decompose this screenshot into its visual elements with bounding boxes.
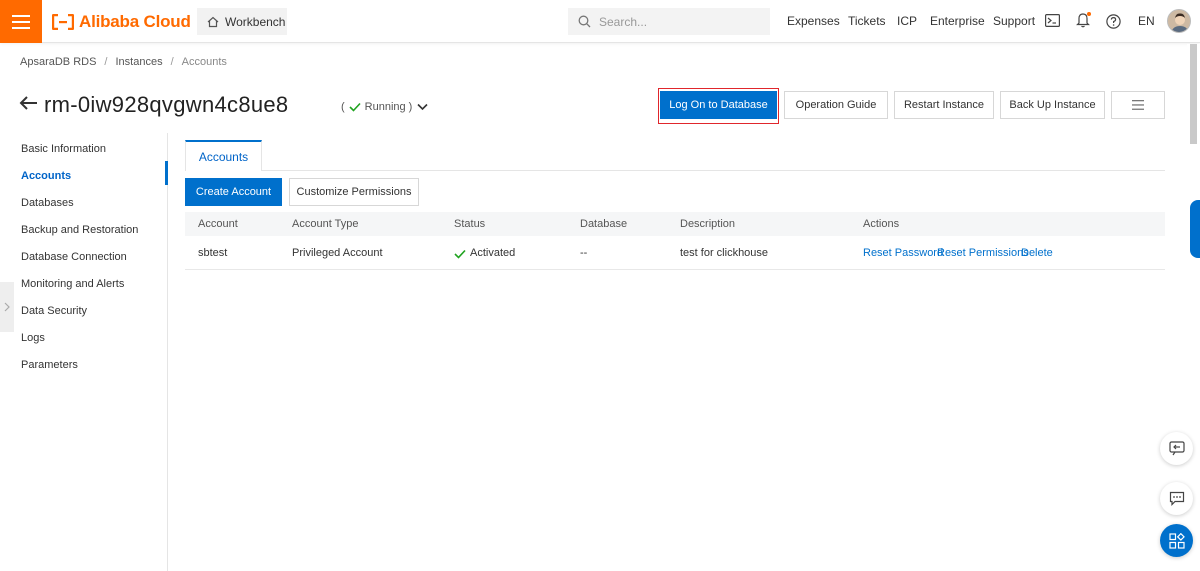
alibaba-logo-icon: [52, 14, 74, 30]
breadcrumb-separator: /: [170, 56, 174, 68]
top-bar: Alibaba Cloud Workbench Search... Expens…: [0, 0, 1200, 43]
sidebar-item-parameters[interactable]: Parameters: [21, 359, 78, 371]
cell-account: sbtest: [198, 247, 228, 259]
scrollbar-thumb[interactable]: [1190, 44, 1197, 144]
sidebar-item-backup-and-restoration[interactable]: Backup and Restoration: [21, 224, 138, 236]
cell-description: test for clickhouse: [680, 247, 769, 259]
avatar[interactable]: [1167, 9, 1191, 33]
breadcrumb: ApsaraDB RDS / Instances / Accounts: [20, 56, 227, 68]
feedback-button[interactable]: [1160, 432, 1193, 465]
chevron-down-icon: [417, 103, 428, 111]
check-icon: [349, 102, 361, 112]
chat-button[interactable]: [1160, 482, 1193, 515]
page-title: rm-0iw928qvgwn4c8ue8: [44, 92, 289, 117]
nav-icp[interactable]: ICP: [897, 14, 917, 28]
sidebar-collapse-toggle[interactable]: [0, 282, 14, 332]
apps-button[interactable]: [1160, 524, 1193, 557]
status-text: Running: [364, 101, 406, 113]
right-panel-handle[interactable]: [1190, 200, 1200, 258]
column-header-actions: Actions: [863, 218, 900, 230]
cell-account-type: Privileged Account: [292, 247, 383, 259]
help-icon[interactable]: [1106, 14, 1121, 29]
column-header-account: Account: [198, 218, 238, 230]
search-placeholder: Search...: [599, 14, 648, 29]
breadcrumb-accounts: Accounts: [181, 56, 227, 68]
status-close-paren: ): [408, 101, 413, 113]
nav-support[interactable]: Support: [993, 14, 1035, 28]
back-arrow-icon[interactable]: [19, 95, 39, 111]
column-header-database: Database: [580, 218, 628, 230]
nav-enterprise[interactable]: Enterprise: [930, 14, 985, 28]
apps-icon: [1168, 532, 1185, 549]
sidebar-item-database-connection[interactable]: Database Connection: [21, 251, 127, 263]
chevron-right-icon: [4, 302, 10, 312]
highlight-box: [658, 88, 779, 124]
brand-name: Alibaba Cloud: [79, 12, 191, 31]
reset-password-link[interactable]: Reset Password: [863, 247, 943, 259]
workbench-button[interactable]: Workbench: [197, 8, 287, 35]
brand-logo[interactable]: Alibaba Cloud: [52, 11, 191, 33]
reset-permissions-link[interactable]: Reset Permissions: [937, 247, 1029, 259]
cell-database: --: [580, 247, 588, 259]
create-account-button[interactable]: Create Account: [185, 178, 282, 206]
user-avatar-icon: [1168, 10, 1190, 32]
workbench-label: Workbench: [225, 14, 286, 29]
language-switch[interactable]: EN: [1138, 14, 1155, 28]
instance-status[interactable]: ( Running ): [341, 101, 428, 113]
chat-icon: [1169, 491, 1184, 506]
column-header-status: Status: [454, 218, 486, 230]
terminal-icon[interactable]: [1045, 14, 1060, 27]
nav-expenses[interactable]: Expenses: [787, 14, 840, 28]
sidebar-item-logs[interactable]: Logs: [21, 332, 45, 344]
home-icon: [207, 16, 219, 27]
cell-status: Activated: [470, 247, 516, 259]
menu-icon: [12, 14, 30, 29]
row-divider: [185, 269, 1165, 270]
back-up-instance-button[interactable]: Back Up Instance: [1000, 91, 1105, 119]
breadcrumb-separator: /: [104, 56, 108, 68]
operation-guide-button[interactable]: Operation Guide: [784, 91, 888, 119]
sidebar-item-accounts[interactable]: Accounts: [21, 170, 71, 182]
breadcrumb-apsaradb-rds[interactable]: ApsaraDB RDS: [20, 56, 96, 68]
customize-permissions-button[interactable]: Customize Permissions: [289, 178, 419, 206]
check-icon: [454, 249, 466, 259]
sidebar-item-databases[interactable]: Databases: [21, 197, 74, 209]
menu-button[interactable]: [0, 0, 42, 43]
tab-bar-line: [185, 170, 1165, 171]
list-icon: [1132, 100, 1144, 110]
feedback-icon: [1168, 441, 1185, 456]
breadcrumb-instances[interactable]: Instances: [115, 56, 162, 68]
delete-link[interactable]: Delete: [1021, 247, 1053, 259]
sidebar-item-monitoring-and-alerts[interactable]: Monitoring and Alerts: [21, 278, 124, 290]
search-input[interactable]: Search...: [568, 8, 770, 35]
more-actions-button[interactable]: [1111, 91, 1165, 119]
tab-accounts[interactable]: Accounts: [185, 140, 262, 171]
bell-icon[interactable]: [1076, 11, 1092, 28]
column-header-description: Description: [680, 218, 736, 230]
restart-instance-button[interactable]: Restart Instance: [894, 91, 994, 119]
nav-tickets[interactable]: Tickets: [848, 14, 886, 28]
search-icon: [578, 15, 591, 28]
status-open-paren: (: [341, 101, 345, 113]
sidebar-item-basic-information[interactable]: Basic Information: [21, 143, 106, 155]
sidebar-active-indicator: [165, 161, 168, 185]
sidebar-item-data-security[interactable]: Data Security: [21, 305, 87, 317]
column-header-account-type: Account Type: [292, 218, 359, 230]
